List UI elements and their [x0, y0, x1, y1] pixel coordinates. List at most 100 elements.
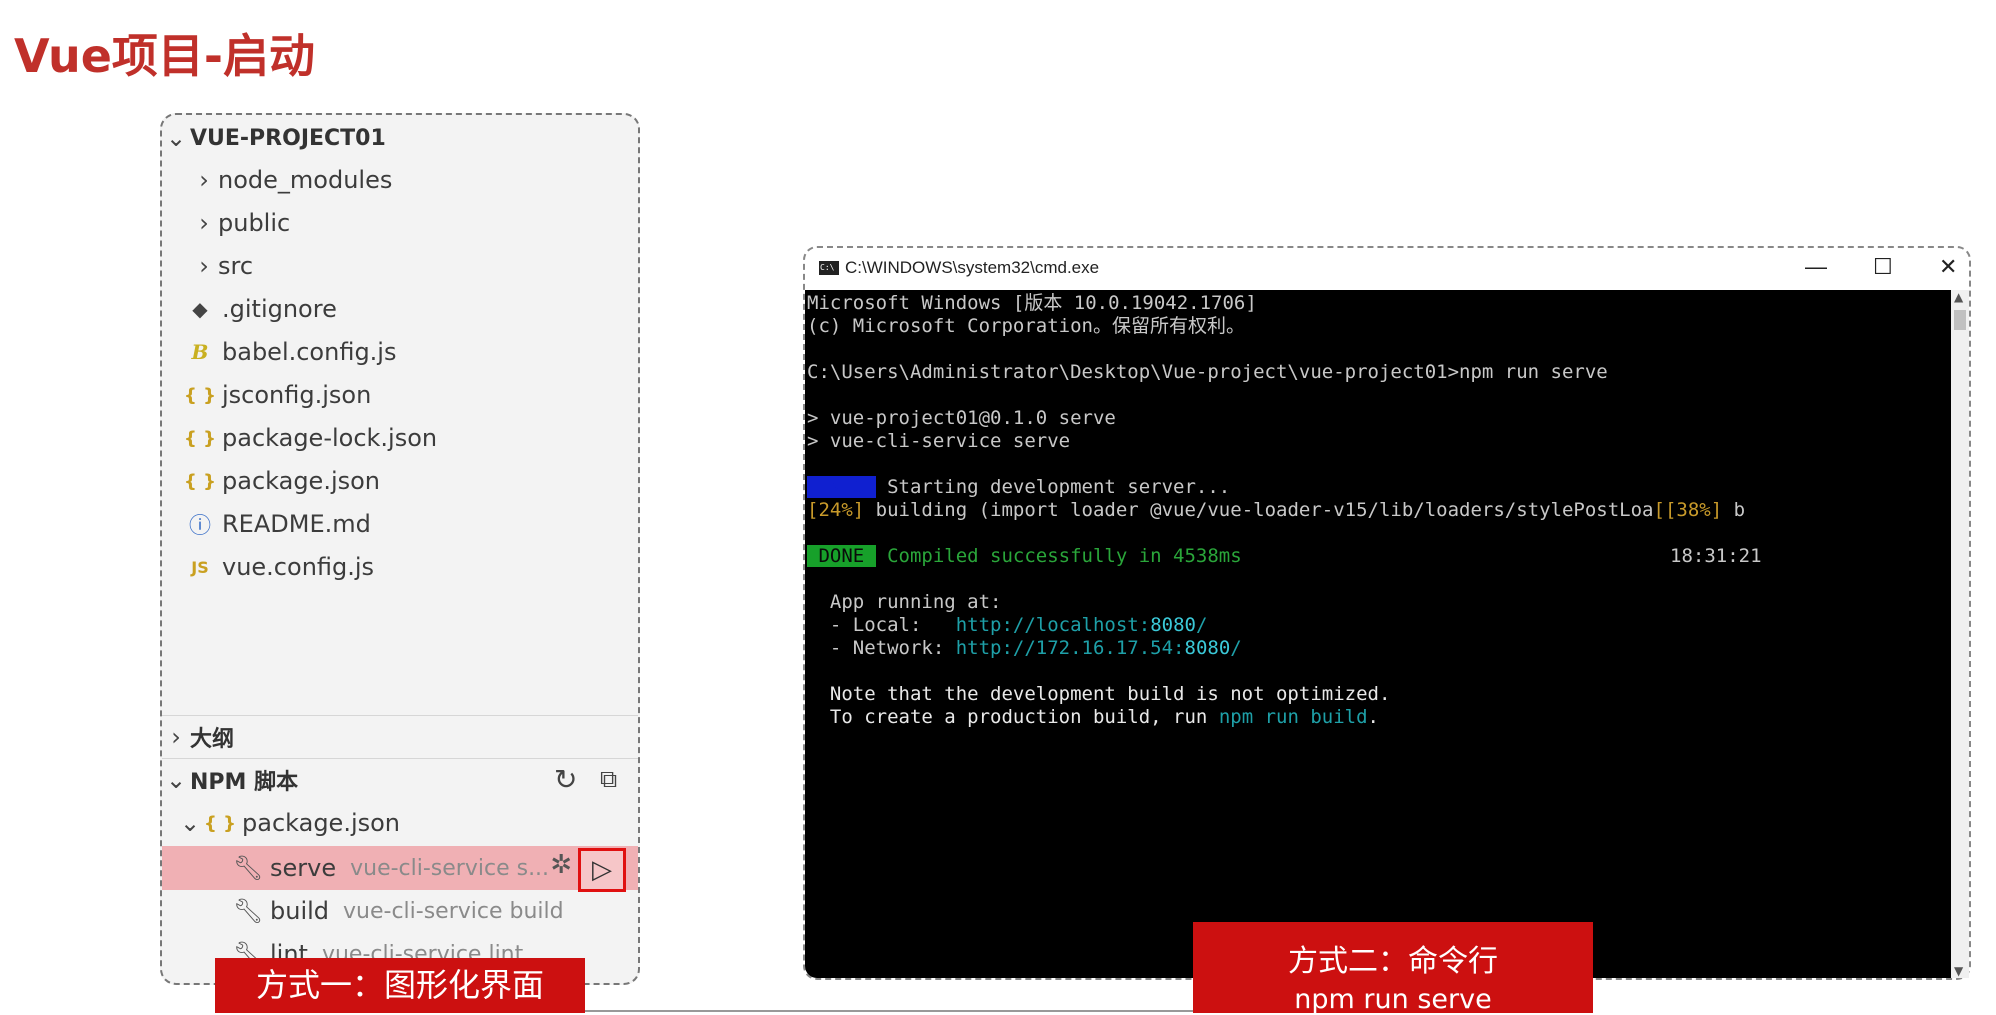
debug-icon[interactable]: ✲: [550, 850, 572, 880]
console-line-network: - Network: http://172.16.17.54:8080/: [807, 637, 1955, 660]
close-button[interactable]: ✕: [1939, 254, 1957, 280]
json-icon: { }: [204, 812, 236, 834]
tree-item-babel-config[interactable]: B babel.config.js: [162, 332, 638, 372]
local-url: http://localhost:: [955, 614, 1151, 636]
console-output[interactable]: Microsoft Windows [版本 10.0.19042.1706] (…: [805, 290, 1955, 978]
divider: [162, 715, 638, 716]
building-text-end: b: [1722, 499, 1746, 521]
tree-item-label: vue.config.js: [222, 553, 375, 581]
tree-item-label: package-lock.json: [222, 424, 438, 452]
tree-item-package-json[interactable]: { } package.json: [162, 461, 638, 501]
tree-item-src[interactable]: › src: [162, 246, 638, 286]
npm-package-label: package.json: [242, 809, 401, 837]
outline-label: 大纲: [190, 727, 235, 752]
note-text: To create a production build, run: [807, 706, 1219, 728]
console-line-done: DONE Compiled successfully in 4538ms 18:3…: [807, 545, 1955, 568]
tree-item-label: node_modules: [218, 166, 393, 194]
info-badge: INFO: [807, 476, 876, 498]
caption-method-two-title: 方式二：命令行: [1288, 944, 1498, 979]
babel-icon: B: [191, 340, 209, 364]
tree-item-label: package.json: [222, 467, 381, 495]
console-line: (c) Microsoft Corporation。保留所有权利。: [807, 315, 1245, 337]
explorer-panel: ⌄ VUE-PROJECT01 › node_modules › public …: [160, 113, 640, 985]
npm-script-serve[interactable]: 🔧︎ serve vue-cli-service s... ✲ ▷: [162, 846, 638, 892]
tree-item-label: babel.config.js: [222, 338, 397, 366]
outline-section-header[interactable]: › 大纲: [162, 717, 638, 757]
console-line-building: [24%] building (import loader @vue/vue-l…: [807, 499, 1955, 522]
json-icon: { }: [184, 384, 216, 406]
building-text: building (import loader @vue/vue-loader-…: [864, 499, 1654, 521]
tree-item-node-modules[interactable]: › node_modules: [162, 160, 638, 200]
tree-item-vue-config[interactable]: JS vue.config.js: [162, 547, 638, 587]
scrollbar[interactable]: ▲ ▼: [1951, 290, 1969, 978]
tree-item-package-lock[interactable]: { } package-lock.json: [162, 418, 638, 458]
local-label: - Local:: [807, 614, 956, 636]
explorer-root-label: VUE-PROJECT01: [190, 125, 386, 151]
cmd-titlebar: C:\ C:\WINDOWS\system32\cmd.exe — ☐ ✕: [805, 248, 1969, 288]
caption-method-one: 方式一：图形化界面: [215, 958, 585, 1013]
network-label: - Network:: [807, 637, 956, 659]
network-port: 8080: [1184, 637, 1231, 659]
tree-item-label: README.md: [222, 510, 371, 538]
script-command: vue-cli-service build: [343, 898, 564, 924]
refresh-icon[interactable]: ↻: [554, 763, 577, 796]
slide-title: Vue项目-启动: [14, 29, 315, 83]
collapse-all-icon[interactable]: ⧉: [600, 765, 617, 793]
note-text-end: .: [1367, 706, 1379, 728]
console-line: App running at:: [807, 591, 1002, 613]
cmd-app-icon: C:\: [819, 261, 839, 275]
tree-item-label: src: [218, 252, 254, 280]
explorer-root[interactable]: ⌄ VUE-PROJECT01: [162, 118, 638, 158]
tree-item-readme[interactable]: ⓘ README.md: [162, 504, 638, 544]
console-line: C:\Users\Administrator\Desktop\Vue-proje…: [807, 361, 1608, 383]
tree-item-jsconfig[interactable]: { } jsconfig.json: [162, 375, 638, 415]
chevron-down-icon: ⌄: [165, 124, 187, 152]
caption-method-two-command: npm run serve: [1294, 984, 1492, 1015]
divider: [162, 758, 638, 759]
wrench-icon: 🔧︎: [232, 854, 264, 882]
scroll-up-icon[interactable]: ▲: [1954, 290, 1963, 304]
maximize-button[interactable]: ☐: [1873, 254, 1893, 280]
scroll-down-icon[interactable]: ▼: [1954, 964, 1963, 978]
minimize-button[interactable]: —: [1805, 254, 1827, 280]
npm-package-json[interactable]: ⌄ { } package.json: [162, 803, 638, 843]
console-line-note: To create a production build, run npm ru…: [807, 706, 1955, 729]
console-line-info: INFO Starting development server...: [807, 476, 1955, 499]
console-line: Note that the development build is not o…: [807, 683, 1391, 705]
done-badge: DONE: [807, 545, 876, 567]
build-command: npm run build: [1218, 706, 1368, 728]
caption-method-one-text: 方式一：图形化界面: [255, 966, 544, 1004]
local-port: 8080: [1150, 614, 1196, 636]
scroll-thumb[interactable]: [1954, 310, 1966, 330]
run-script-button[interactable]: ▷: [578, 848, 626, 892]
progress-percent: [[38%]: [1653, 499, 1723, 521]
npm-script-build[interactable]: 🔧︎ build vue-cli-service build: [162, 891, 638, 931]
network-url-end: /: [1230, 637, 1242, 659]
chevron-right-icon: ›: [171, 723, 181, 751]
chevron-down-icon: ⌄: [165, 766, 187, 794]
progress-percent: [24%]: [807, 499, 865, 521]
info-icon: ⓘ: [188, 514, 211, 539]
script-command: vue-cli-service s...: [350, 855, 550, 881]
info-text: Starting development server...: [875, 476, 1231, 498]
chevron-down-icon: ⌄: [179, 809, 201, 837]
chevron-right-icon: ›: [199, 209, 209, 237]
git-icon: ◆: [192, 297, 208, 321]
js-icon: JS: [191, 557, 209, 577]
script-name: serve: [270, 854, 337, 882]
network-url: http://172.16.17.54:: [955, 637, 1185, 659]
json-icon: { }: [184, 470, 216, 492]
console-line: > vue-project01@0.1.0 serve: [807, 407, 1116, 429]
tree-item-public[interactable]: › public: [162, 203, 638, 243]
tree-item-label: jsconfig.json: [222, 381, 372, 409]
done-text: Compiled successfully in 4538ms: [875, 545, 1242, 567]
tree-item-gitignore[interactable]: ◆ .gitignore: [162, 289, 638, 329]
json-icon: { }: [184, 427, 216, 449]
play-icon: ▷: [592, 855, 612, 885]
local-url-end: /: [1195, 614, 1208, 636]
